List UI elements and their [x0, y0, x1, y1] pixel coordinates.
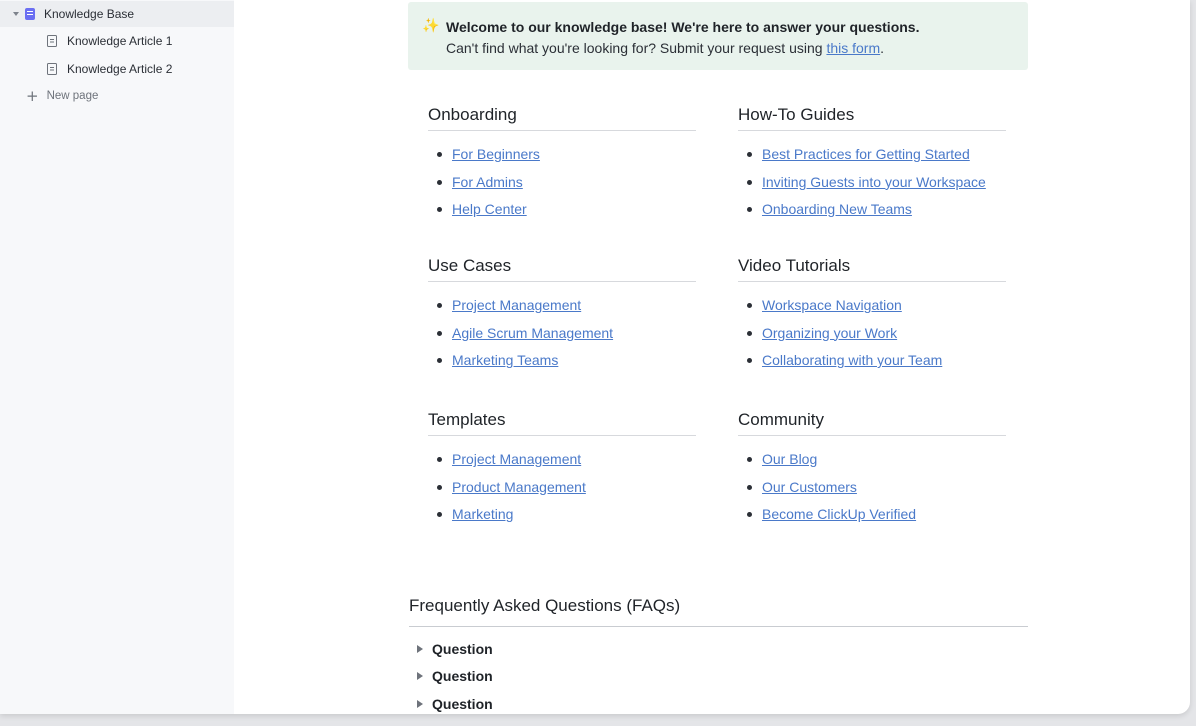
- new-page-button[interactable]: + New page: [0, 83, 234, 109]
- link-list: Best Practices for Getting Started Invit…: [738, 141, 1006, 224]
- faq-list: Question Question Question: [409, 635, 1028, 714]
- sidebar-item-label: Knowledge Article 2: [67, 62, 173, 76]
- sidebar: Knowledge Base Knowledge Article 1 Knowl…: [0, 0, 234, 714]
- faq-question: Question: [432, 640, 493, 657]
- section-how-to-guides: How-To Guides Best Practices for Getting…: [738, 102, 1006, 224]
- link-agile-scrum[interactable]: Agile Scrum Management: [452, 325, 613, 341]
- link-for-beginners[interactable]: For Beginners: [452, 146, 540, 162]
- link-become-verified[interactable]: Become ClickUp Verified: [762, 506, 916, 522]
- link-list: Our Blog Our Customers Become ClickUp Ve…: [738, 446, 1006, 529]
- list-item: Marketing: [428, 501, 696, 529]
- app-window: Knowledge Base Knowledge Article 1 Knowl…: [0, 0, 1190, 714]
- list-item: Best Practices for Getting Started: [738, 141, 1006, 169]
- link-for-admins[interactable]: For Admins: [452, 174, 523, 190]
- sidebar-item-label: Knowledge Base: [44, 7, 135, 21]
- link-list: Project Management Product Management Ma…: [428, 446, 696, 529]
- faq-toggle[interactable]: Question: [409, 635, 1028, 663]
- link-our-customers[interactable]: Our Customers: [762, 479, 857, 495]
- faq-section: Frequently Asked Questions (FAQs) Questi…: [409, 593, 1028, 714]
- list-item: Become ClickUp Verified: [738, 501, 1006, 529]
- link-template-project-management[interactable]: Project Management: [452, 451, 581, 467]
- callout-title: Welcome to our knowledge base! We're her…: [446, 19, 920, 35]
- sparkles-icon: ✨: [422, 18, 440, 34]
- caret-down-icon[interactable]: [13, 12, 19, 16]
- link-inviting-guests[interactable]: Inviting Guests into your Workspace: [762, 174, 986, 190]
- section-community: Community Our Blog Our Customers Become …: [738, 407, 1006, 529]
- request-form-link[interactable]: this form: [826, 40, 880, 56]
- link-list: Workspace Navigation Organizing your Wor…: [738, 292, 1006, 375]
- plus-icon: +: [26, 86, 39, 105]
- callout-subtitle-end: .: [880, 40, 885, 56]
- faq-title: Frequently Asked Questions (FAQs): [409, 593, 1028, 627]
- list-item: Product Management: [428, 474, 696, 502]
- section-video-tutorials: Video Tutorials Workspace Navigation Org…: [738, 253, 1006, 375]
- list-item: Organizing your Work: [738, 320, 1006, 348]
- callout-subtitle: Can't find what you're looking for? Subm…: [446, 40, 884, 56]
- link-project-management[interactable]: Project Management: [452, 297, 581, 313]
- list-item: Project Management: [428, 446, 696, 474]
- sidebar-item-label: Knowledge Article 1: [67, 34, 173, 48]
- list-item: Agile Scrum Management: [428, 320, 696, 348]
- link-template-marketing[interactable]: Marketing: [452, 506, 513, 522]
- section-title: Onboarding: [428, 102, 696, 131]
- list-item: Help Center: [428, 196, 696, 224]
- link-workspace-navigation[interactable]: Workspace Navigation: [762, 297, 902, 313]
- list-item: For Admins: [428, 169, 696, 197]
- list-item: Workspace Navigation: [738, 292, 1006, 320]
- section-onboarding: Onboarding For Beginners For Admins Help…: [428, 102, 696, 224]
- new-page-label: New page: [46, 90, 99, 102]
- list-item: Onboarding New Teams: [738, 196, 1006, 224]
- triangle-right-icon[interactable]: [417, 699, 423, 708]
- faq-question: Question: [432, 668, 493, 685]
- sidebar-item-knowledge-base[interactable]: Knowledge Base: [0, 1, 234, 27]
- section-title: How-To Guides: [738, 102, 1006, 131]
- list-item: Inviting Guests into your Workspace: [738, 169, 1006, 197]
- triangle-right-icon[interactable]: [417, 672, 423, 681]
- document-icon: [47, 63, 57, 75]
- sidebar-item-knowledge-article-1[interactable]: Knowledge Article 1: [0, 28, 234, 54]
- section-title: Templates: [428, 407, 696, 436]
- book-icon: [25, 8, 35, 20]
- link-our-blog[interactable]: Our Blog: [762, 451, 817, 467]
- link-best-practices[interactable]: Best Practices for Getting Started: [762, 146, 970, 162]
- section-templates: Templates Project Management Product Man…: [428, 407, 696, 529]
- link-template-product-management[interactable]: Product Management: [452, 479, 586, 495]
- link-list: Project Management Agile Scrum Managemen…: [428, 292, 696, 375]
- list-item: For Beginners: [428, 141, 696, 169]
- list-item: Marketing Teams: [428, 347, 696, 375]
- main-content: ✨ Welcome to our knowledge base! We're h…: [234, 0, 1190, 714]
- section-title: Video Tutorials: [738, 253, 1006, 282]
- sidebar-item-knowledge-article-2[interactable]: Knowledge Article 2: [0, 56, 234, 82]
- welcome-callout: ✨ Welcome to our knowledge base! We're h…: [408, 2, 1028, 70]
- triangle-right-icon[interactable]: [417, 644, 423, 653]
- callout-subtitle-text: Can't find what you're looking for? Subm…: [446, 40, 827, 56]
- link-marketing-teams[interactable]: Marketing Teams: [452, 352, 558, 368]
- section-use-cases: Use Cases Project Management Agile Scrum…: [428, 253, 696, 375]
- list-item: Collaborating with your Team: [738, 347, 1006, 375]
- faq-toggle[interactable]: Question: [409, 663, 1028, 691]
- section-title: Use Cases: [428, 253, 696, 282]
- list-item: Project Management: [428, 292, 696, 320]
- link-organizing-work[interactable]: Organizing your Work: [762, 325, 897, 341]
- faq-toggle[interactable]: Question: [409, 690, 1028, 714]
- list-item: Our Customers: [738, 474, 1006, 502]
- document-icon: [47, 35, 57, 47]
- section-title: Community: [738, 407, 1006, 436]
- link-collaborating-team[interactable]: Collaborating with your Team: [762, 352, 942, 368]
- link-onboarding-new-teams[interactable]: Onboarding New Teams: [762, 201, 912, 217]
- list-item: Our Blog: [738, 446, 1006, 474]
- faq-question: Question: [432, 695, 493, 712]
- link-list: For Beginners For Admins Help Center: [428, 141, 696, 224]
- link-help-center[interactable]: Help Center: [452, 201, 527, 217]
